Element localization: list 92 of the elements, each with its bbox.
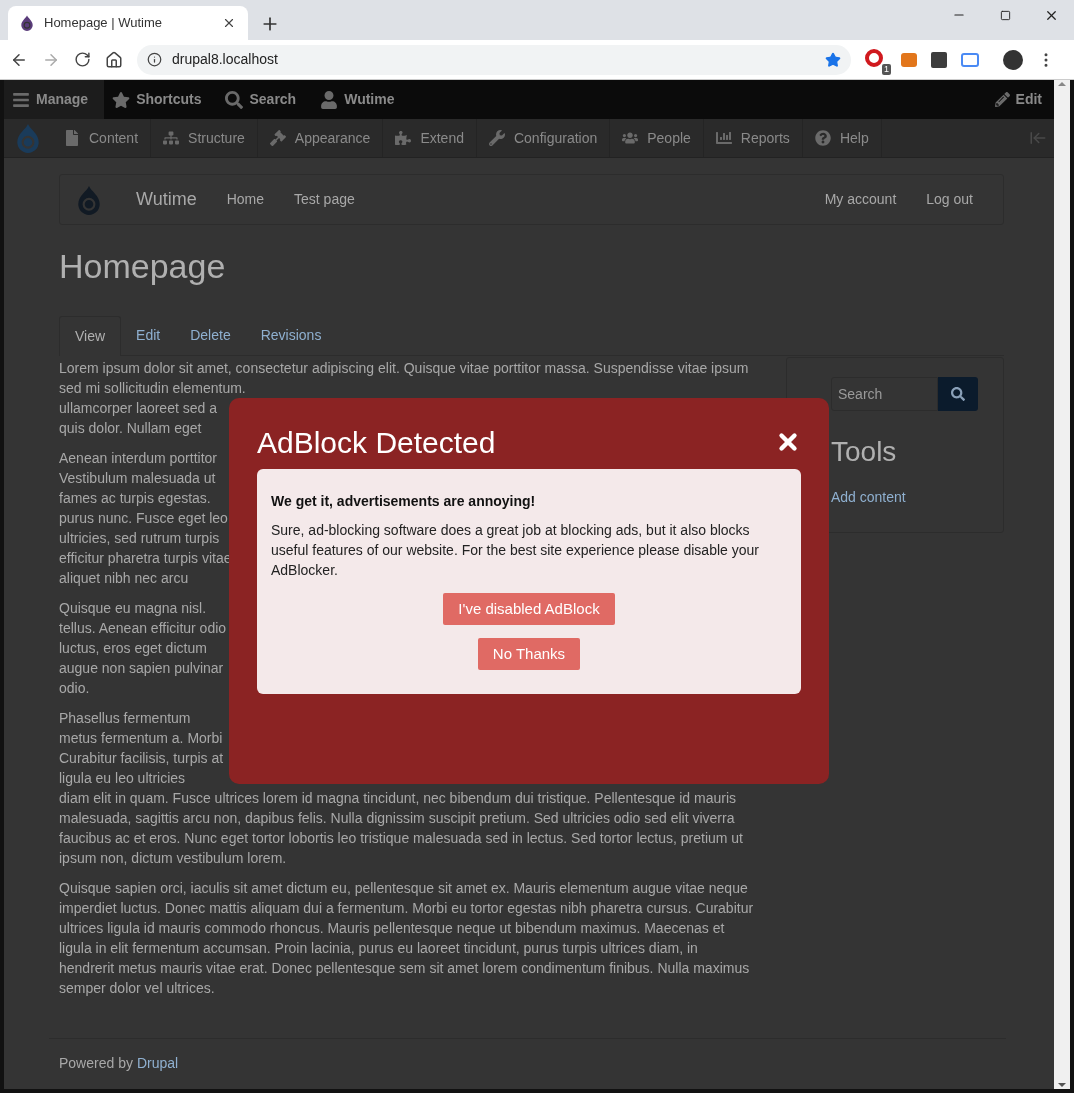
admin-menu-item[interactable]: People [610, 119, 704, 157]
page-tab[interactable]: Edit [121, 316, 176, 355]
avatar[interactable] [1003, 49, 1023, 70]
paragraph-line: ligula in elit fermentum accumsan. Proin lacinia, purus eu laoreet tincidunt, purus turpis ultrices diam, in [59, 939, 698, 958]
admin-menu-item[interactable]: Content [52, 119, 152, 157]
paragraph-line: malesuada, sagittis arcu non, dapibus felis. Nulla dignissim suscipit pretium. Sed ultricies odio sed elit viverra [59, 809, 735, 828]
site-logo [76, 184, 102, 215]
paragraph-line: semper dolor vel ultrices. [59, 979, 215, 998]
puzzle-icon [395, 130, 412, 146]
paragraph-line: augue non sapien pulvinar [59, 659, 224, 678]
help-icon [814, 130, 831, 146]
site-name[interactable]: Wutime [136, 186, 197, 213]
paragraph-line: odio. [59, 679, 90, 698]
paragraph-line: tellus. Aenean efficitur odio [59, 619, 227, 638]
paragraph-line: Aenean interdum porttitor [59, 449, 217, 468]
paragraph-line: metus fermentum a. Morbi [59, 729, 223, 748]
paragraph-line: Phasellus fermentum [59, 709, 191, 728]
admin-menu-item[interactable]: Help [802, 119, 882, 157]
admin-menu-item[interactable]: Reports [703, 119, 803, 157]
paragraph-line: aliquet nibh nec arcu [59, 569, 189, 588]
dialog-button[interactable]: I've disabled AdBlock [443, 593, 615, 625]
admin-menu-item[interactable]: Extend [383, 119, 477, 157]
page-tab[interactable]: Revisions [245, 316, 337, 355]
star-icon[interactable] [825, 51, 841, 68]
modal-title: AdBlock Detected [257, 424, 496, 461]
paragraph-line: Vestibulum malesuada ut [59, 469, 216, 488]
browser-tab[interactable]: Homepage | Wutime [8, 6, 248, 40]
user-icon [320, 90, 339, 109]
extension-badge: 1 [882, 63, 891, 75]
admin-menu-item[interactable]: Appearance [257, 119, 384, 157]
admin-menu-item[interactable]: Structure [151, 119, 258, 157]
modal-heading: We get it, advertisements are annoying! [271, 492, 537, 511]
paragraph-line: imperdiet luctus. Donec mattis aliquam dui a fermentum. Morbi eu tortor egestas nibh pharetra cursus. Curabitur [59, 899, 754, 918]
nav-link[interactable]: Home [226, 189, 265, 210]
address-field[interactable]: drupal8.localhost [137, 44, 851, 75]
toolbar-tab[interactable]: Search [217, 80, 313, 119]
people-icon [622, 130, 639, 146]
paragraph-line: ullamcorper laoreet sed a [59, 399, 217, 418]
sitemap-icon [163, 130, 180, 146]
page-tab[interactable]: Delete [175, 316, 246, 355]
wrench-icon [488, 130, 505, 146]
info-icon[interactable] [147, 52, 162, 67]
paragraph-line: ipsum non, dictum vestibulum lorem. [59, 849, 287, 868]
footer-text: Powered by [59, 1054, 133, 1073]
paragraph-line: Quisque eu magna nisl. [59, 599, 207, 618]
footer-link[interactable]: Drupal [136, 1053, 179, 1074]
paragraph-line: ultrices ligula id mauris commodo rhoncus. Mauris pellentesque neque ut bibendum maximus. Maecenas et [59, 919, 725, 938]
drupal-logo [15, 123, 41, 153]
paragraph-line: hendrerit metus mauris vitae erat. Donec pellentesque sem sit amet lorem condimentum finibus. Nulla maximus [59, 959, 750, 978]
bar-chart-icon [715, 130, 732, 146]
star-icon [112, 90, 131, 109]
paragraph-line: Lorem ipsum dolor sit amet, consectetur adipiscing elit. Quisque vitae porttitor massa. Suspendisse vitae ipsum [59, 359, 749, 378]
reload-icon[interactable] [74, 51, 91, 68]
search-icon [225, 90, 244, 109]
sidebar-link[interactable]: Add content [831, 487, 1003, 508]
nav-link[interactable]: Log out [926, 189, 973, 210]
paragraph-line: ultricies, sed rutrum turpis [59, 529, 220, 548]
paragraph-line: Curabitur facilisis, turpis at [59, 749, 224, 768]
tab-title: Homepage | Wutime [44, 14, 164, 33]
pencil-icon [994, 92, 1010, 107]
paragraph-line: faucibus ac et eros. Nunc eget tortor lobortis leo tristique malesuada sed in lectus. Sed tortor lectus, pretium ut [59, 829, 743, 848]
paragraph-line: purus nunc. Fusce eget leo [59, 509, 228, 528]
edit-button[interactable]: Edit [982, 89, 1054, 110]
page-tab[interactable]: View [59, 316, 122, 356]
toolbar-tab[interactable]: Manage [4, 80, 105, 119]
paragraph-line: fames ac turpis egestas. [59, 489, 211, 508]
paragraph-line: Quisque sapien orci, iaculis sit amet dictum eu, pellentesque sit amet ex. Mauris elementum augue vitae neque [59, 879, 748, 898]
close-icon[interactable] [222, 16, 236, 30]
search-field[interactable]: Search [831, 377, 938, 411]
menu-icon [12, 90, 30, 109]
toolbar-tab[interactable]: Shortcuts [104, 80, 218, 119]
paragraph-line: sed mi sollicitudin elementum. [59, 379, 246, 398]
hammer-icon [269, 130, 286, 146]
extension-icon[interactable] [931, 51, 947, 68]
file-icon [64, 130, 80, 146]
paragraph-line: ligula eu leo ultricies [59, 769, 186, 788]
paragraph-line: quis dolor. Nullam eget [59, 419, 202, 438]
search-icon [951, 387, 965, 401]
search-button[interactable] [938, 377, 978, 411]
toolbar-tab[interactable]: Wutime [312, 80, 411, 119]
modal-message: Sure, ad-blocking software does a great job at blocking ads, but it also blocks useful features of our website. For the best site experience please disable your AdBlocker. [271, 521, 760, 580]
paragraph-line: luctus, eros eget dictum [59, 639, 207, 658]
dialog-button[interactable]: No Thanks [477, 638, 581, 670]
admin-menu-item[interactable]: Configuration [476, 119, 611, 157]
maximize-icon[interactable] [999, 9, 1011, 21]
nav-link[interactable]: My account [824, 189, 897, 210]
block-title: Tools [831, 435, 898, 469]
page-title: Homepage [59, 246, 227, 286]
nav-link[interactable]: Test page [294, 189, 355, 210]
home-icon[interactable] [105, 50, 123, 69]
paragraph-line: diam elit in quam. Fusce ultrices lorem id magna tincidunt, nec bibendum dui tristique. Pellentesque id mauris [59, 789, 736, 808]
site-favicon [20, 15, 34, 31]
